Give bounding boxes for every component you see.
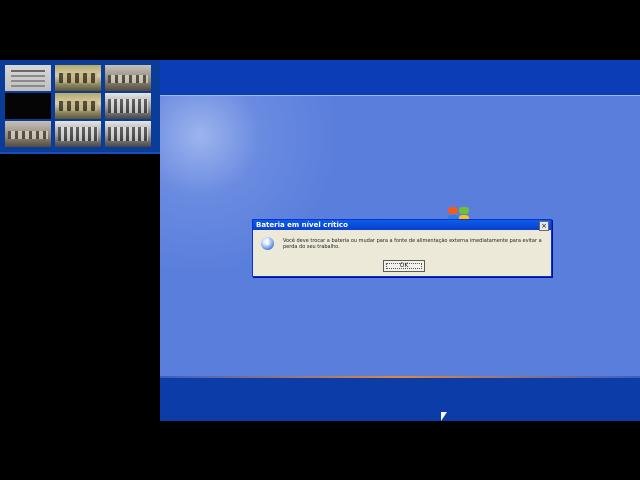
video-tile-people [55,65,101,91]
screen: { "dialog": { "title": "Bateria em nível… [0,0,640,480]
close-button[interactable]: × [539,221,549,231]
video-tile-slides [5,65,51,91]
dialog-message: Você deve trocar a bateria ou mudar para… [283,238,542,250]
ok-button[interactable]: OK [383,260,425,272]
video-tile-dark [5,93,51,119]
video-tile-room [5,121,51,147]
video-tile-classroom [105,93,151,119]
video-tile-classroom [105,121,151,147]
bottom-band [160,378,640,421]
info-icon: i [261,237,274,250]
battery-warning-dialog: Bateria em nível crítico × i Você deve t… [252,219,552,277]
video-conference-grid [0,60,160,154]
video-tile-room [105,65,151,91]
video-tile-classroom [55,121,101,147]
video-tile-people [55,93,101,119]
dialog-title: Bateria em nível crítico [256,221,348,229]
mouse-cursor-icon [441,412,447,421]
top-band [160,60,640,96]
dialog-titlebar[interactable]: Bateria em nível crítico × [253,220,551,231]
